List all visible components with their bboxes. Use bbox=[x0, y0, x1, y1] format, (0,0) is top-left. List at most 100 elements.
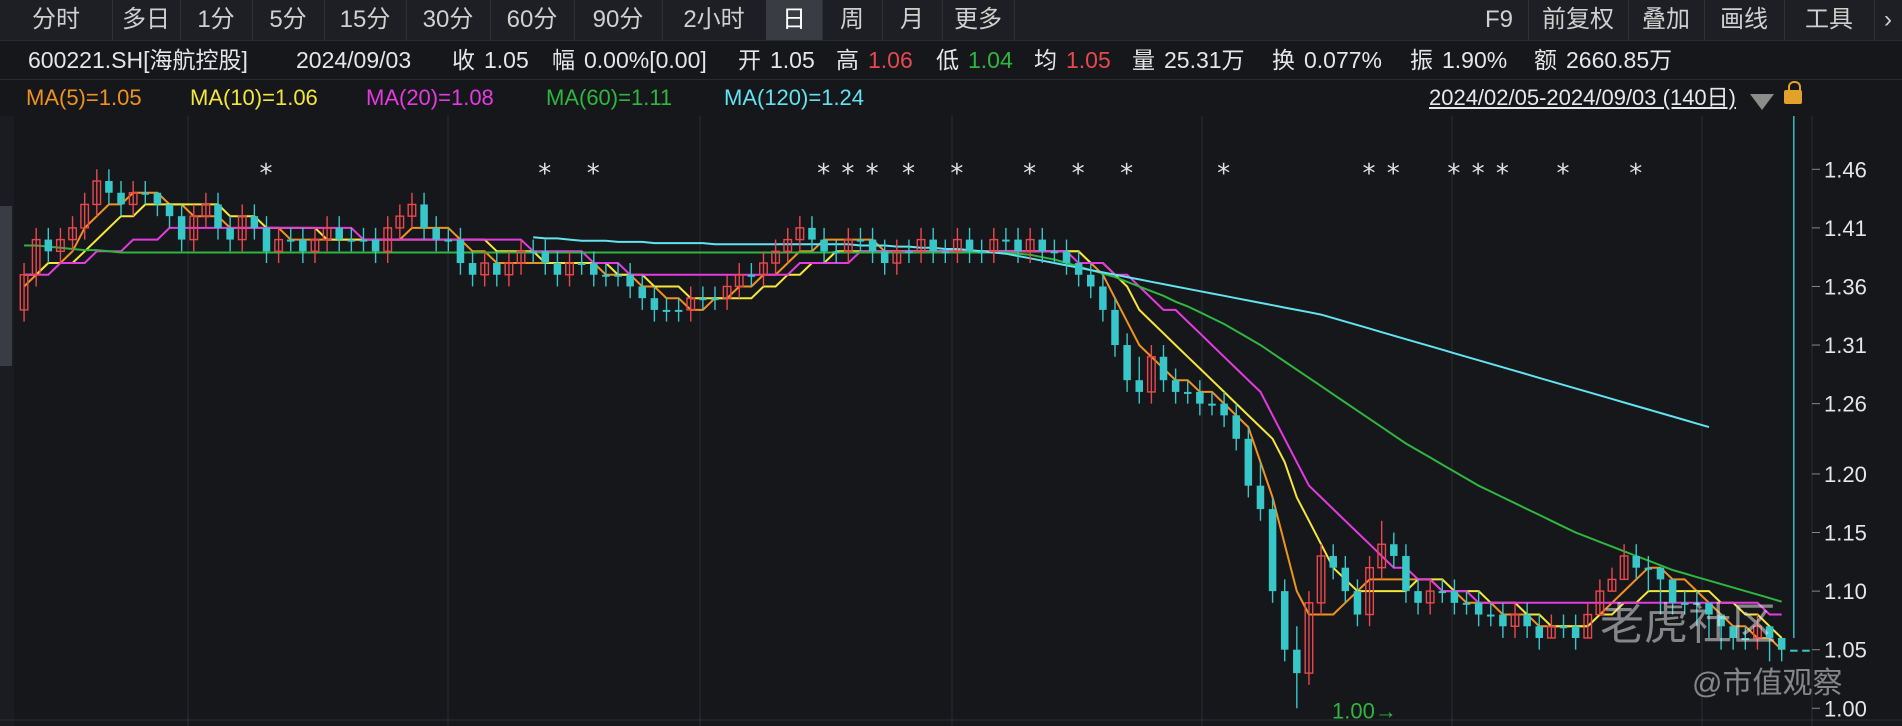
y-tick-label: 1.36 bbox=[1824, 274, 1867, 299]
ma-line-ma20 bbox=[24, 226, 1782, 616]
amplitude-label: 振 bbox=[1410, 47, 1433, 73]
candle-body bbox=[1474, 602, 1483, 615]
candle-body bbox=[1462, 602, 1471, 605]
period-tab-14[interactable]: 前复权 bbox=[1528, 0, 1629, 40]
candle-body bbox=[1038, 239, 1047, 252]
period-tab-12[interactable]: 更多 bbox=[942, 0, 1015, 40]
candle-body bbox=[299, 239, 307, 252]
candle-body bbox=[1123, 345, 1131, 381]
y-tick-label: 1.41 bbox=[1824, 216, 1867, 241]
period-tab-17[interactable]: 工具 bbox=[1784, 0, 1875, 40]
y-tick-label: 1.46 bbox=[1824, 157, 1867, 182]
candle-body bbox=[529, 251, 537, 254]
candle-body bbox=[214, 204, 222, 228]
candle-body bbox=[1050, 251, 1059, 254]
candle-body bbox=[250, 216, 259, 228]
signal-star: * bbox=[1496, 159, 1509, 189]
candle-body bbox=[1183, 391, 1192, 394]
lock-icon[interactable] bbox=[1784, 81, 1802, 104]
candle-body bbox=[1632, 555, 1640, 568]
signal-star: * bbox=[866, 159, 879, 189]
candle-body bbox=[153, 192, 162, 205]
candle-body bbox=[1656, 567, 1665, 580]
amount-value: 2660.85万 bbox=[1566, 47, 1673, 73]
open-label: 开 bbox=[738, 47, 761, 73]
candle-body bbox=[468, 263, 477, 275]
period-tab-2[interactable]: 1分 bbox=[180, 0, 253, 40]
candle-body bbox=[456, 239, 465, 264]
candle-body bbox=[1438, 591, 1447, 594]
close-label: 收 bbox=[452, 47, 475, 73]
candle-body bbox=[929, 239, 937, 252]
ma10-legend: MA(10)=1.06 bbox=[190, 85, 318, 110]
candle-body bbox=[1099, 286, 1107, 310]
period-tab-4[interactable]: 15分 bbox=[324, 0, 407, 40]
candle-body bbox=[977, 251, 986, 254]
dropdown-triangle-icon[interactable] bbox=[1750, 94, 1774, 110]
period-tab-3[interactable]: 5分 bbox=[252, 0, 325, 40]
high-value: 1.06 bbox=[868, 47, 913, 73]
period-tab-8[interactable]: 2小时 bbox=[662, 0, 767, 40]
signal-star: * bbox=[1072, 159, 1085, 189]
candle-body bbox=[1414, 591, 1422, 603]
y-tick-label: 1.31 bbox=[1824, 333, 1867, 358]
period-tab-15[interactable]: 叠加 bbox=[1628, 0, 1705, 40]
period-tab-11[interactable]: 月 bbox=[882, 0, 943, 40]
period-tab-6[interactable]: 60分 bbox=[490, 0, 575, 40]
candle-body bbox=[941, 251, 950, 254]
period-tab-18[interactable]: › bbox=[1874, 0, 1902, 40]
watermark-author: @市值观察 bbox=[1692, 667, 1843, 700]
candle-body bbox=[286, 239, 295, 242]
signal-star: * bbox=[1217, 159, 1230, 189]
period-tab-10[interactable]: 周 bbox=[822, 0, 883, 40]
candle-body bbox=[626, 274, 634, 287]
period-tab-5[interactable]: 30分 bbox=[406, 0, 491, 40]
candle-body bbox=[44, 239, 53, 252]
candle-body bbox=[1402, 555, 1410, 592]
ma20-legend: MA(20)=1.08 bbox=[366, 85, 494, 110]
candle-body bbox=[553, 263, 562, 275]
signal-star: * bbox=[902, 159, 915, 189]
candle-body bbox=[747, 274, 756, 277]
candle-body bbox=[105, 181, 113, 193]
candle-body bbox=[262, 227, 271, 252]
period-tab-1[interactable]: 多日 bbox=[112, 0, 181, 40]
candle-body bbox=[165, 204, 174, 217]
candle-body bbox=[1644, 567, 1653, 570]
avg-label: 均 bbox=[1034, 47, 1057, 73]
amount-label: 额 bbox=[1534, 47, 1557, 73]
candle-body bbox=[832, 251, 840, 254]
candle-body bbox=[1353, 591, 1362, 615]
period-tab-9[interactable]: 日 bbox=[766, 0, 823, 40]
candle-body bbox=[1062, 251, 1071, 264]
candle-body bbox=[1087, 274, 1095, 287]
candle-body bbox=[141, 192, 150, 195]
date-range-selector[interactable]: 2024/02/05-2024/09/03 (140日) bbox=[1429, 80, 1736, 116]
candle-body bbox=[808, 227, 816, 240]
candle-body bbox=[1777, 637, 1786, 650]
candle-body bbox=[493, 263, 501, 275]
period-tab-16[interactable]: 画线 bbox=[1704, 0, 1785, 40]
change-value: 0.00%[0.00] bbox=[584, 47, 707, 73]
candle-body bbox=[614, 274, 622, 277]
candle-body bbox=[1135, 380, 1144, 392]
period-tab-13[interactable]: F9 bbox=[1470, 0, 1529, 40]
candle-body bbox=[1232, 415, 1240, 439]
ma-line-ma10 bbox=[24, 203, 1783, 639]
candle-body bbox=[1329, 555, 1337, 568]
candle-body bbox=[432, 227, 440, 240]
ma5-legend: MA(5)=1.05 bbox=[26, 85, 142, 110]
period-tab-0[interactable]: 分时 bbox=[0, 0, 113, 40]
low-annotation: 1.00→ bbox=[1332, 698, 1397, 723]
candle-body bbox=[650, 298, 659, 310]
volume-value: 25.31万 bbox=[1164, 47, 1245, 73]
period-tab-7[interactable]: 90分 bbox=[574, 0, 663, 40]
y-tick-label: 1.15 bbox=[1824, 521, 1867, 546]
turnover-label: 换 bbox=[1272, 47, 1295, 73]
candle-body bbox=[541, 251, 550, 264]
y-tick-label: 1.26 bbox=[1824, 392, 1867, 417]
avg-value: 1.05 bbox=[1066, 47, 1111, 73]
candle-body bbox=[1220, 403, 1228, 416]
candle-body bbox=[1487, 614, 1495, 617]
ma-line-ma120 bbox=[533, 236, 1710, 429]
